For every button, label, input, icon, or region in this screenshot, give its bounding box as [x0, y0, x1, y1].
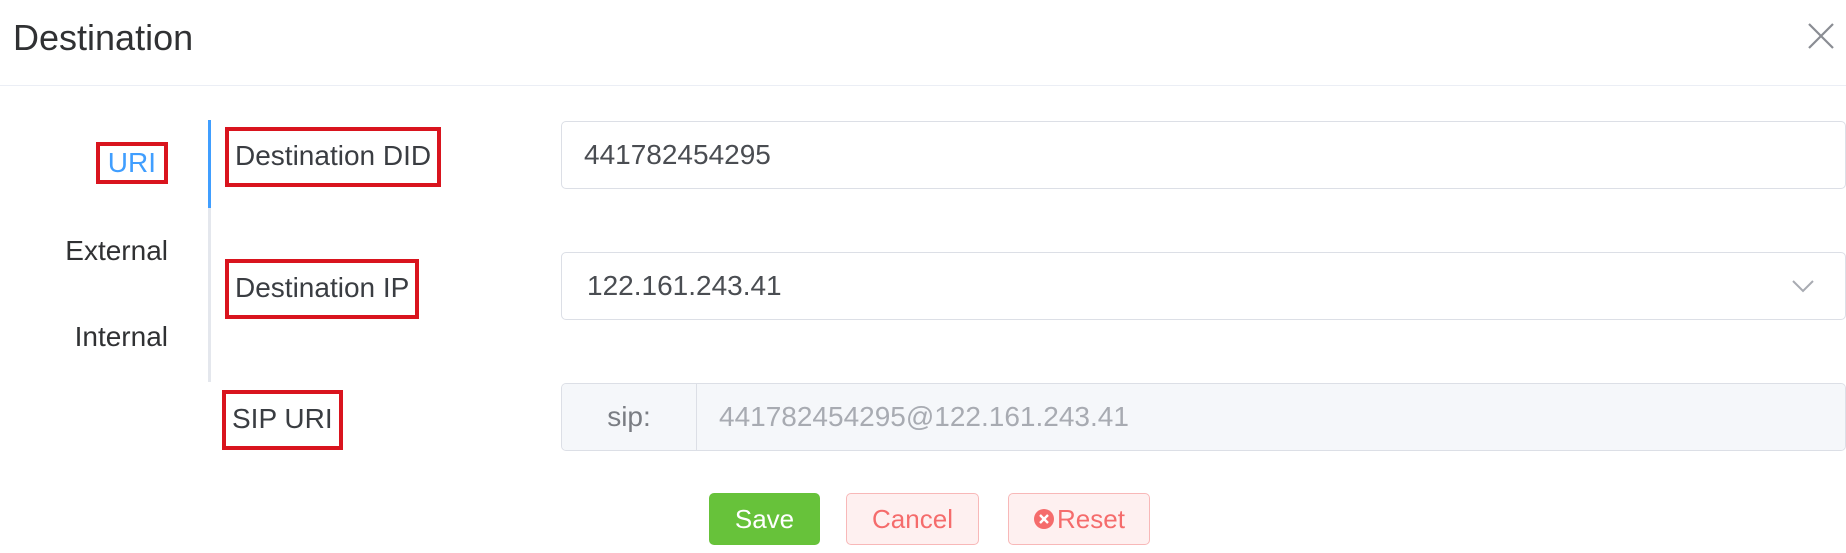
- dialog-header: Destination: [0, 0, 1846, 86]
- destination-did-value: 441782454295: [584, 139, 771, 170]
- destination-type-tabs: URI External Internal: [0, 120, 212, 382]
- sip-uri-label: SIP URI: [222, 390, 343, 450]
- cancel-button[interactable]: Cancel: [846, 493, 979, 545]
- sip-uri-value: 441782454295@122.161.243.41: [697, 384, 1845, 450]
- save-button-label: Save: [734, 503, 795, 534]
- tab-uri[interactable]: URI: [95, 142, 168, 184]
- reset-button-label: Reset: [1057, 503, 1125, 534]
- tab-external[interactable]: External: [65, 234, 168, 268]
- tab-active-indicator: [208, 120, 211, 208]
- reset-button[interactable]: Reset: [1008, 493, 1150, 545]
- close-icon[interactable]: [1804, 19, 1838, 53]
- destination-did-label: Destination DID: [225, 127, 442, 187]
- destination-ip-value: 122.161.243.41: [587, 270, 782, 301]
- destination-ip-label: Destination IP: [225, 259, 420, 319]
- destination-did-input[interactable]: 441782454295: [561, 121, 1846, 189]
- tab-internal[interactable]: Internal: [75, 320, 168, 354]
- sip-prefix: sip:: [562, 384, 697, 450]
- save-button[interactable]: Save: [709, 493, 820, 545]
- destination-ip-select[interactable]: 122.161.243.41: [561, 252, 1846, 320]
- circle-x-icon: [1034, 509, 1055, 529]
- chevron-down-icon: [1792, 280, 1814, 293]
- dialog-title: Destination: [13, 17, 194, 58]
- cancel-button-label: Cancel: [872, 503, 953, 534]
- sip-uri-field: sip: 441782454295@122.161.243.41: [561, 383, 1846, 451]
- destination-dialog: Destination URI External Internal Destin…: [0, 0, 1846, 553]
